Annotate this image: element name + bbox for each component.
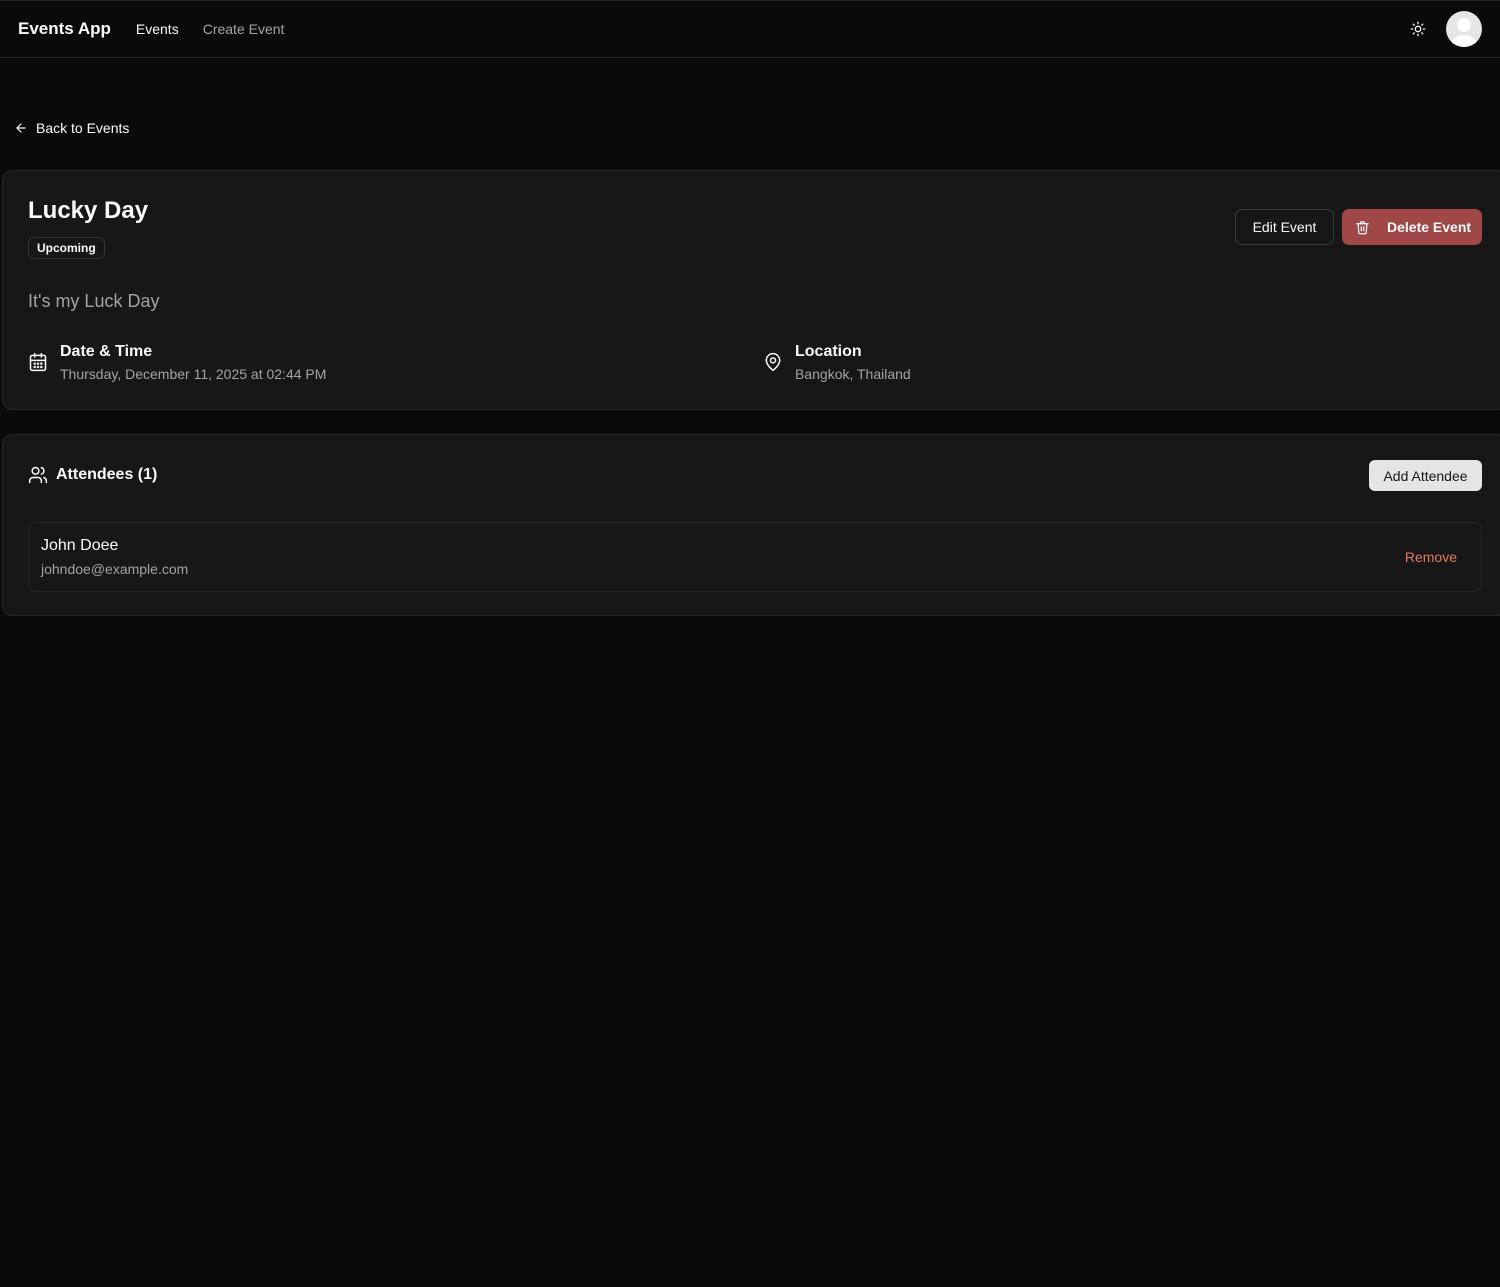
top-navbar: Events App Events Create Event: [0, 0, 1500, 58]
trash-icon: [1356, 220, 1369, 234]
attendees-header: Attendees (1): [28, 465, 157, 485]
users-icon: [28, 466, 48, 484]
attendees-card: Attendees (1) Add Attendee John Doee joh…: [2, 434, 1500, 616]
attendees-title: Attendees (1): [56, 466, 158, 483]
event-title: Lucky Day: [28, 197, 149, 224]
back-to-events-link[interactable]: Back to Events: [14, 120, 129, 136]
delete-event-label: Delete Event: [1387, 219, 1472, 235]
event-details-card: Lucky Day Upcoming Edit Event Delete Eve…: [2, 170, 1500, 410]
location-label: Location: [795, 343, 862, 360]
datetime-info: Date & Time Thursday, December 11, 2025 …: [28, 343, 326, 382]
datetime-text: Date & Time Thursday, December 11, 2025 …: [60, 343, 326, 382]
nav-link-events[interactable]: Events: [136, 21, 179, 37]
back-link-label: Back to Events: [36, 120, 130, 136]
app-brand[interactable]: Events App: [18, 19, 111, 39]
list-item: John Doee johndoe@example.com Remove: [28, 522, 1482, 592]
datetime-label: Date & Time: [60, 343, 153, 360]
location-info: Location Bangkok, Thailand: [763, 343, 911, 382]
calendar-icon: [28, 352, 48, 382]
status-badge: Upcoming: [28, 237, 105, 259]
map-pin-icon: [763, 352, 783, 382]
attendee-email: johndoe@example.com: [41, 561, 189, 577]
remove-attendee-button[interactable]: Remove: [1405, 549, 1457, 565]
location-text: Location Bangkok, Thailand: [795, 343, 911, 382]
arrow-left-icon: [16, 123, 26, 133]
nav-link-create-event[interactable]: Create Event: [203, 21, 285, 37]
location-value: Bangkok, Thailand: [795, 366, 911, 382]
datetime-value: Thursday, December 11, 2025 at 02:44 PM: [60, 366, 327, 382]
attendee-name: John Doee: [41, 537, 119, 554]
user-avatar-icon[interactable]: [1446, 11, 1482, 47]
navbar-right: [1408, 11, 1482, 47]
add-attendee-button[interactable]: Add Attendee: [1369, 460, 1482, 491]
edit-event-button[interactable]: Edit Event: [1235, 209, 1334, 245]
event-description: It's my Luck Day: [28, 291, 160, 311]
delete-event-button[interactable]: Delete Event: [1342, 209, 1482, 245]
sun-icon[interactable]: [1408, 19, 1428, 39]
